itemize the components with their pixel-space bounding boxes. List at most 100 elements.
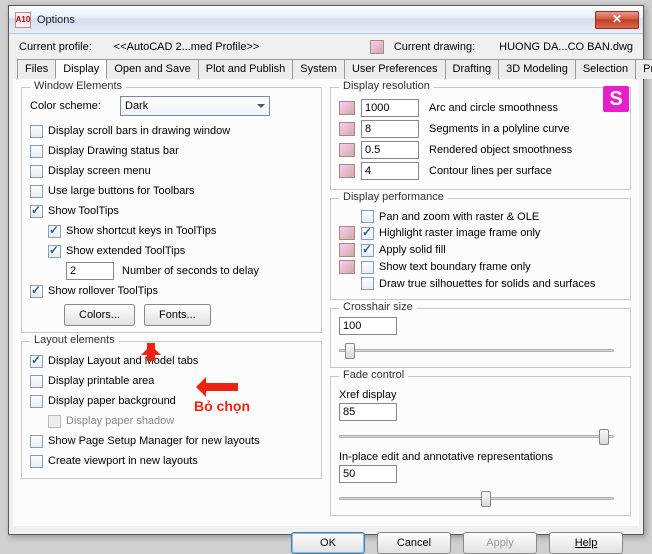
lbl-paper-shadow: Display paper shadow (66, 415, 174, 427)
lbl-printable-area: Display printable area (48, 375, 154, 387)
lbl-statusbar: Display Drawing status bar (48, 145, 179, 157)
color-scheme-label: Color scheme: (30, 100, 120, 112)
contour-lines-input[interactable]: 4 (361, 162, 419, 180)
chk-text-boundary[interactable] (361, 261, 374, 274)
cancel-button[interactable]: Cancel (377, 532, 451, 554)
polyline-segments-input[interactable]: 8 (361, 120, 419, 138)
group-crosshair: Crosshair size 100 (330, 308, 631, 368)
help-label: Help (575, 537, 598, 549)
chk-extended-tooltips[interactable] (48, 245, 61, 258)
tab-3d-modeling[interactable]: 3D Modeling (498, 59, 576, 79)
chk-scrollbars[interactable] (30, 125, 43, 138)
lbl-solid-fill: Apply solid fill (379, 244, 446, 256)
cancel-label: Cancel (397, 537, 431, 549)
colors-button[interactable]: Colors... (64, 304, 135, 326)
tab-plot-and-publish[interactable]: Plot and Publish (198, 59, 294, 79)
drawing-override-icon (339, 101, 355, 115)
fonts-button-label: Fonts... (159, 309, 196, 321)
inplace-edit-slider[interactable] (339, 487, 622, 509)
lbl-shortcut-tooltips: Show shortcut keys in ToolTips (66, 225, 216, 237)
color-scheme-combo[interactable]: Dark (120, 96, 270, 116)
current-profile-label: Current profile: (19, 41, 92, 53)
chk-statusbar[interactable] (30, 145, 43, 158)
chk-printable-area[interactable] (30, 375, 43, 388)
inplace-edit-input[interactable]: 50 (339, 465, 397, 483)
info-bar: Current profile: <<AutoCAD 2...med Profi… (9, 34, 643, 58)
chk-paper-background[interactable] (30, 395, 43, 408)
lbl-pan-zoom-raster: Pan and zoom with raster & OLE (379, 211, 539, 223)
drawing-icon (370, 40, 384, 54)
chk-largebuttons[interactable] (30, 185, 43, 198)
chk-rollover-tooltips[interactable] (30, 285, 43, 298)
lbl-screenmenu: Display screen menu (48, 165, 151, 177)
chk-create-viewport[interactable] (30, 455, 43, 468)
lbl-extended-tooltips: Show extended ToolTips (66, 245, 185, 257)
crosshair-size-input[interactable]: 100 (339, 317, 397, 335)
arc-smoothness-input[interactable]: 1000 (361, 99, 419, 117)
group-fade-control: Fade control Xref display 85 In-place ed… (330, 376, 631, 516)
tab-user-preferences[interactable]: User Preferences (344, 59, 446, 79)
tab-open-and-save[interactable]: Open and Save (106, 59, 198, 79)
xref-display-input[interactable]: 85 (339, 403, 397, 421)
colors-button-label: Colors... (79, 309, 120, 321)
titlebar[interactable]: A10 Options ✕ (9, 6, 643, 34)
chk-shortcut-tooltips[interactable] (48, 225, 61, 238)
apply-label: Apply (486, 537, 514, 549)
tab-selection[interactable]: Selection (575, 59, 636, 79)
window-title: Options (37, 14, 595, 26)
drawing-override-icon (339, 143, 355, 157)
tab-files[interactable]: Files (17, 59, 56, 79)
lbl-page-setup-manager: Show Page Setup Manager for new layouts (48, 435, 260, 447)
group-title: Layout elements (30, 334, 119, 346)
group-title: Fade control (339, 369, 408, 381)
lbl-layout-model-tabs: Display Layout and Model tabs (48, 355, 198, 367)
group-title: Display performance (339, 191, 448, 203)
watermark-badge: S (603, 86, 629, 112)
current-profile-value: <<AutoCAD 2...med Profile>> (114, 41, 260, 53)
chk-layout-model-tabs[interactable] (30, 355, 43, 368)
lbl-create-viewport: Create viewport in new layouts (48, 455, 198, 467)
fonts-button[interactable]: Fonts... (144, 304, 211, 326)
xref-display-slider[interactable] (339, 425, 622, 447)
close-button[interactable]: ✕ (595, 11, 639, 29)
lbl-true-silhouettes: Draw true silhouettes for solids and sur… (379, 278, 595, 290)
annotation-text: Bỏ chọn (194, 398, 250, 414)
app-icon: A10 (15, 12, 31, 28)
group-display-resolution: Display resolution 1000Arc and circle sm… (330, 87, 631, 190)
drawing-override-icon (339, 260, 355, 274)
drawing-override-icon (339, 243, 355, 257)
rendered-smoothness-input[interactable]: 0.5 (361, 141, 419, 159)
chk-pan-zoom-raster[interactable] (361, 210, 374, 223)
apply-button[interactable]: Apply (463, 532, 537, 554)
rendered-smoothness-label: Rendered object smoothness (429, 144, 572, 156)
arc-smoothness-label: Arc and circle smoothness (429, 102, 558, 114)
tab-system[interactable]: System (292, 59, 345, 79)
tab-display[interactable]: Display (55, 59, 107, 79)
tooltip-delay-label: Number of seconds to delay (122, 265, 259, 277)
lbl-scrollbars: Display scroll bars in drawing window (48, 125, 230, 137)
tooltip-delay-input[interactable]: 2 (66, 262, 114, 280)
chk-tooltips[interactable] (30, 205, 43, 218)
tab-drafting[interactable]: Drafting (445, 59, 500, 79)
chk-page-setup-manager[interactable] (30, 435, 43, 448)
current-drawing-label: Current drawing: (394, 41, 475, 53)
chk-screenmenu[interactable] (30, 165, 43, 178)
lbl-paper-background: Display paper background (48, 395, 176, 407)
lbl-tooltips: Show ToolTips (48, 205, 119, 217)
crosshair-slider[interactable] (339, 339, 622, 361)
current-drawing-value: HUONG DA...CO BAN.dwg (499, 41, 633, 53)
help-button[interactable]: Help (549, 532, 623, 554)
dialog-footer: OK Cancel Apply Help (9, 526, 643, 554)
tab-content-display: Window Elements Color scheme: Dark Displ… (13, 79, 639, 526)
ok-label: OK (320, 537, 336, 549)
ok-button[interactable]: OK (291, 532, 365, 554)
lbl-largebuttons: Use large buttons for Toolbars (48, 185, 195, 197)
chk-true-silhouettes[interactable] (361, 277, 374, 290)
chk-solid-fill[interactable] (361, 244, 374, 257)
xref-display-label: Xref display (339, 389, 622, 401)
chk-highlight-raster[interactable] (361, 227, 374, 240)
tab-profiles[interactable]: Profiles (635, 59, 652, 79)
group-title: Display resolution (339, 80, 434, 92)
color-scheme-value: Dark (125, 100, 148, 112)
polyline-segments-label: Segments in a polyline curve (429, 123, 570, 135)
